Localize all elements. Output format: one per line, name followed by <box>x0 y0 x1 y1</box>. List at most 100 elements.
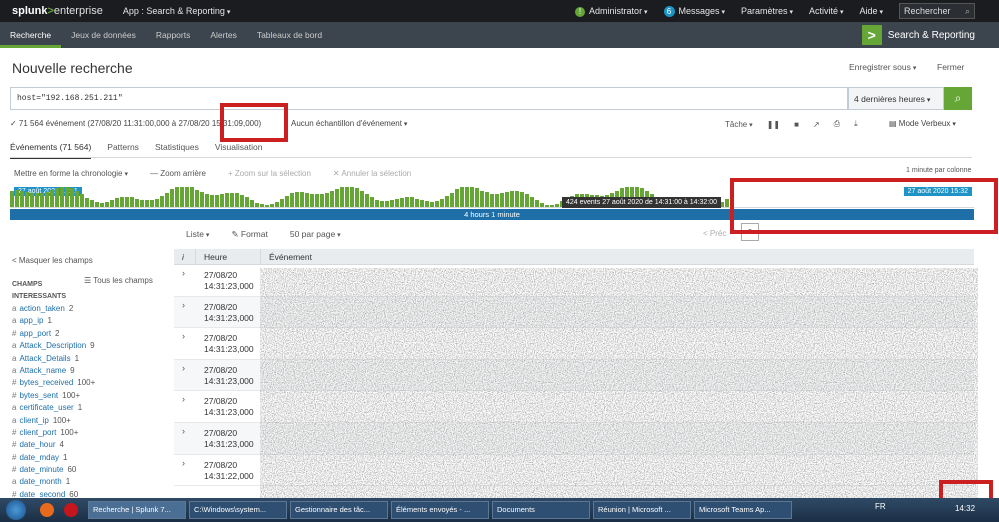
export-icon[interactable]: ⤓ <box>854 119 858 129</box>
timeline-bar[interactable] <box>295 192 299 207</box>
firefox-icon[interactable] <box>40 503 54 517</box>
timeline-bar[interactable] <box>80 194 84 207</box>
timeline-bar[interactable] <box>160 196 164 207</box>
field-item[interactable]: a date_month 1 <box>12 477 172 489</box>
pager-previous[interactable]: < Préc <box>703 229 726 238</box>
splunk-logo[interactable]: splunk>enterprise <box>12 5 103 17</box>
field-item[interactable]: # bytes_sent 100+ <box>12 391 172 403</box>
timeline-bar[interactable] <box>445 196 449 207</box>
timeline-bar[interactable] <box>420 200 424 207</box>
timeline-bar[interactable] <box>315 194 319 207</box>
timeline-bar[interactable] <box>115 198 119 207</box>
list-view-menu[interactable]: Liste <box>186 229 209 240</box>
opera-icon[interactable] <box>64 503 78 517</box>
timeline-bar[interactable] <box>150 200 154 207</box>
timeline-bar[interactable] <box>45 192 49 207</box>
close-button[interactable]: Fermer <box>937 62 964 72</box>
timeline-bar[interactable] <box>90 200 94 207</box>
timeline-bar[interactable] <box>285 196 289 207</box>
timeline-bar[interactable] <box>10 191 14 207</box>
timeline-bar[interactable] <box>70 188 74 207</box>
timeline-bar[interactable] <box>510 191 514 207</box>
timeline-bar[interactable] <box>475 188 479 207</box>
timeline-bar[interactable] <box>455 189 459 207</box>
table-row[interactable]: › 27/08/20 14:31:23,000 <box>174 422 974 455</box>
taskbar-item[interactable]: Microsoft Teams Ap... <box>694 501 792 519</box>
timeline-bar[interactable] <box>200 192 204 207</box>
timeline-bar[interactable] <box>110 200 114 207</box>
timeline-bar[interactable] <box>410 197 414 207</box>
print-icon[interactable]: ⎙ <box>834 119 840 129</box>
field-item[interactable]: # date_hour 4 <box>12 440 172 452</box>
run-search-button[interactable]: ⌕ <box>944 87 972 110</box>
time-column-header[interactable]: Heure <box>204 252 227 262</box>
expand-row-icon[interactable]: › <box>182 300 185 310</box>
timeline-bar[interactable] <box>350 187 354 207</box>
timeline-bar[interactable] <box>525 194 529 207</box>
timeline-bar[interactable] <box>230 193 234 207</box>
deselect-button[interactable]: ✕ Annuler la sélection <box>333 169 411 178</box>
timeline-bar[interactable] <box>165 193 169 207</box>
timeline-bar[interactable] <box>275 202 279 207</box>
taskbar-item[interactable]: Gestionnaire des tâc... <box>290 501 388 519</box>
taskbar-item[interactable]: Éléments envoyés - ... <box>391 501 489 519</box>
table-row[interactable]: › 27/08/20 14:31:23,000 <box>174 265 974 297</box>
sampling-menu[interactable]: Aucun échantillon d'événement <box>291 119 407 128</box>
timeline-bar[interactable] <box>40 193 44 207</box>
timeline-bar[interactable] <box>300 192 304 207</box>
timeline-bar[interactable] <box>320 194 324 207</box>
taskbar-item[interactable]: Réunion | Microsoft ... <box>593 501 691 519</box>
timeline-bar[interactable] <box>535 200 539 207</box>
timeline-bar[interactable] <box>50 190 54 207</box>
field-item[interactable]: # client_port 100+ <box>12 428 172 440</box>
per-page-menu[interactable]: 50 par page <box>290 229 341 240</box>
timeline-bar[interactable] <box>485 192 489 207</box>
app-brand[interactable]: > Search & Reporting <box>861 25 975 45</box>
table-row[interactable]: › 27/08/20 14:31:23,000 <box>174 328 974 360</box>
timeline-bar[interactable] <box>225 193 229 207</box>
timeline-bar[interactable] <box>380 201 384 207</box>
timeline-bar[interactable] <box>105 202 109 207</box>
timeline-bar[interactable] <box>450 193 454 207</box>
settings-menu[interactable]: Paramètres <box>741 6 793 16</box>
field-item[interactable]: a client_ip 100+ <box>12 416 172 428</box>
timeline-bar[interactable] <box>145 200 149 207</box>
timeline-bar[interactable] <box>20 191 24 207</box>
field-item[interactable]: a action_taken 2 <box>12 304 172 316</box>
timeline-bar[interactable] <box>180 187 184 207</box>
timeline-bar[interactable] <box>465 187 469 207</box>
timeline-bar[interactable] <box>365 194 369 207</box>
timeline-bar[interactable] <box>390 200 394 207</box>
nav-tab-alerts[interactable]: Alertes <box>200 22 246 48</box>
table-row[interactable]: › 27/08/20 14:31:23,000 <box>174 359 974 392</box>
timeline-bar[interactable] <box>170 189 174 207</box>
timeline-bar[interactable] <box>435 201 439 207</box>
timeline-bar[interactable] <box>75 191 79 207</box>
timeline-bar[interactable] <box>330 191 334 207</box>
timeline-bar[interactable] <box>130 197 134 207</box>
timeline-bar[interactable] <box>305 193 309 207</box>
timeline-bar[interactable] <box>125 197 129 207</box>
timeline-bar[interactable] <box>185 187 189 207</box>
field-item[interactable]: a Attack_name 9 <box>12 366 172 378</box>
zoom-selection-button[interactable]: + Zoom sur la sélection <box>228 169 311 178</box>
timeline-bar[interactable] <box>310 194 314 207</box>
timeline-bar[interactable] <box>245 197 249 207</box>
timeline-bar[interactable] <box>545 205 549 207</box>
timeline-bar[interactable] <box>375 200 379 207</box>
timeline-bar[interactable] <box>55 188 59 207</box>
timeline-bar[interactable] <box>235 193 239 207</box>
timeline-bar[interactable] <box>470 187 474 207</box>
timeline-bar[interactable] <box>515 191 519 207</box>
timeline-bar[interactable] <box>95 202 99 207</box>
timeline-format-menu[interactable]: Mettre en forme la chronologie <box>14 169 128 178</box>
job-menu[interactable]: Tâche <box>725 120 753 129</box>
administrator-menu[interactable]: ! Administrator <box>575 6 648 17</box>
timeline-bar[interactable] <box>440 199 444 207</box>
zoom-out-button[interactable]: — Zoom arrière <box>150 169 206 178</box>
timeline-bar[interactable] <box>505 192 509 207</box>
stop-icon[interactable]: ■ <box>794 120 799 129</box>
expand-row-icon[interactable]: › <box>182 394 185 404</box>
timeline-bar[interactable] <box>430 202 434 207</box>
share-icon[interactable]: ↗ <box>813 120 820 129</box>
